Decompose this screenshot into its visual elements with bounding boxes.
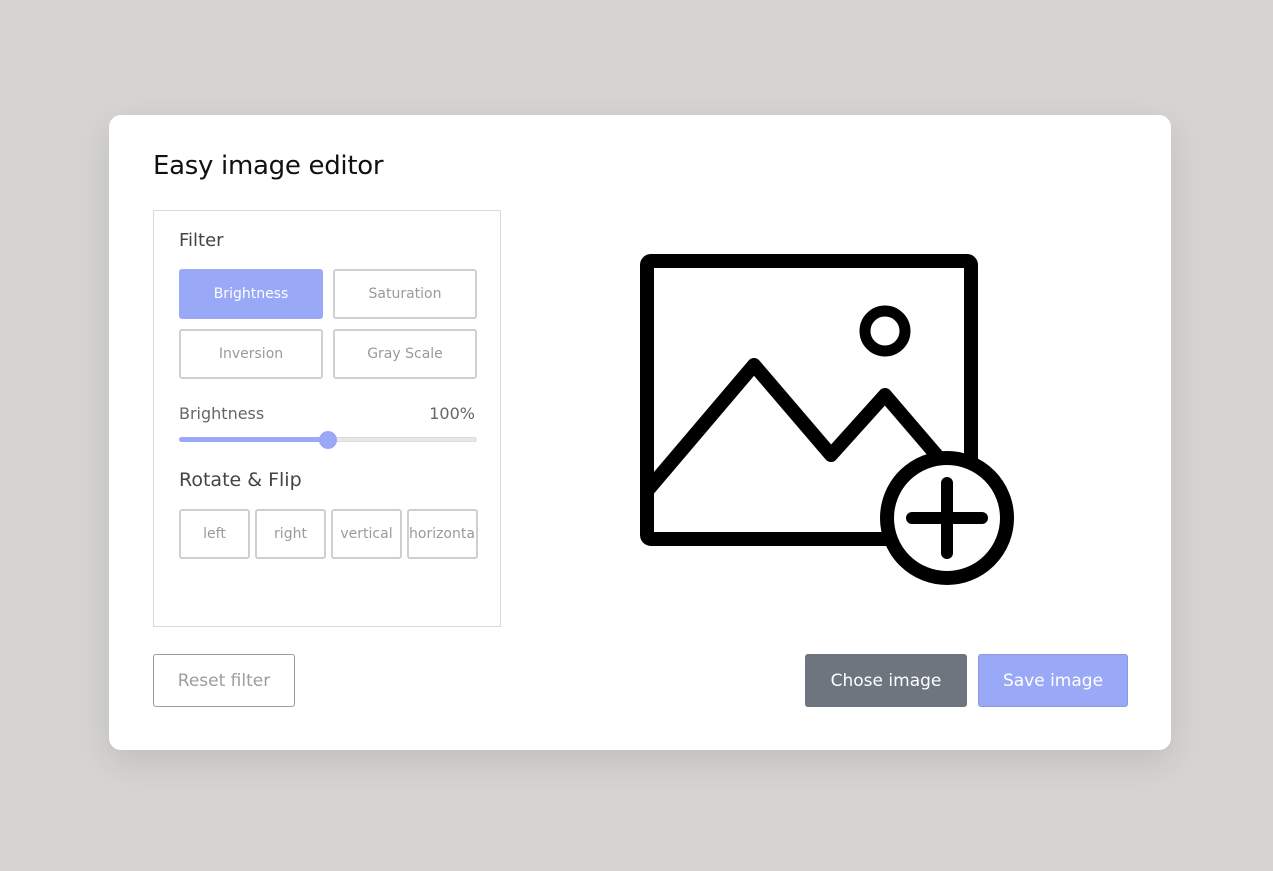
- rotate-left-button[interactable]: left: [179, 509, 250, 559]
- save-image-button[interactable]: Save image: [978, 654, 1128, 707]
- brightness-slider-fill: [179, 437, 328, 442]
- brightness-slider-thumb[interactable]: [319, 431, 337, 449]
- slider-label: Brightness: [179, 404, 265, 423]
- brightness-filter-button[interactable]: Brightness: [179, 269, 323, 319]
- slider-value: 100%: [429, 404, 475, 423]
- chose-image-button[interactable]: Chose image: [805, 654, 967, 707]
- image-add-icon[interactable]: [639, 253, 1015, 589]
- rotate-right-button[interactable]: right: [255, 509, 326, 559]
- filter-heading: Filter: [179, 230, 224, 251]
- grayscale-filter-button[interactable]: Gray Scale: [333, 329, 477, 379]
- saturation-filter-button[interactable]: Saturation: [333, 269, 477, 319]
- page-title: Easy image editor: [153, 151, 384, 181]
- flip-vertical-button[interactable]: vertical: [331, 509, 402, 559]
- flip-horizontal-button[interactable]: horizontal: [407, 509, 478, 559]
- image-editor-card: Easy image editor Filter Brightness Satu…: [109, 115, 1171, 750]
- reset-filter-button[interactable]: Reset filter: [153, 654, 295, 707]
- rotate-heading: Rotate & Flip: [179, 469, 302, 491]
- controls-panel: Filter Brightness Saturation Inversion G…: [153, 210, 501, 627]
- inversion-filter-button[interactable]: Inversion: [179, 329, 323, 379]
